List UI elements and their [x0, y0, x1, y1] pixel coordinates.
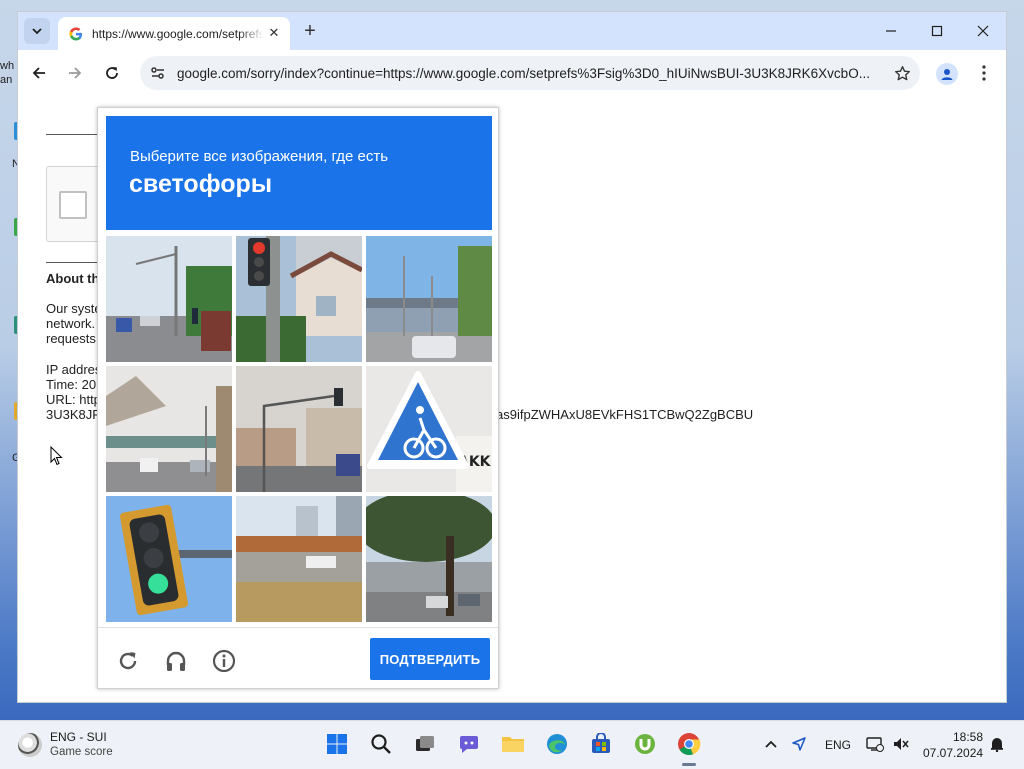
search-icon[interactable]	[368, 731, 394, 757]
verify-button[interactable]: ПОДТВЕРДИТЬ	[370, 638, 490, 680]
bookmark-star-icon[interactable]	[892, 63, 912, 83]
chevron-up-icon[interactable]	[762, 735, 780, 753]
info-icon[interactable]	[210, 647, 238, 675]
tab-strip: https://www.google.com/setprefs ✕ +	[18, 12, 1006, 50]
ip-address-line: IP addres	[46, 362, 102, 377]
soccer-ball-icon[interactable]	[18, 733, 42, 757]
profile-avatar-icon[interactable]	[936, 63, 958, 85]
clock-date[interactable]: 07.07.2024	[923, 746, 983, 760]
captcha-tile-9[interactable]	[366, 496, 492, 622]
captcha-tile-1[interactable]	[106, 236, 232, 362]
desktop-icon-label: wh	[0, 60, 15, 72]
chevron-down-icon	[32, 28, 42, 35]
browser-tab-active[interactable]: https://www.google.com/setprefs ✕	[58, 17, 290, 50]
close-tab-icon[interactable]: ✕	[266, 25, 282, 41]
url-line-cont: 3U3K8JF	[46, 407, 101, 422]
tab-title: https://www.google.com/setprefs	[92, 26, 264, 41]
location-arrow-icon[interactable]	[790, 735, 808, 753]
captcha-tile-4[interactable]	[106, 366, 232, 492]
divider	[98, 627, 498, 628]
chrome-icon[interactable]	[676, 731, 702, 757]
about-heading: About th	[46, 271, 100, 286]
menu-kebab-icon[interactable]	[976, 62, 992, 84]
tab-search-button[interactable]	[24, 18, 50, 44]
widget-title[interactable]: ENG - SUI	[50, 730, 107, 744]
captcha-tile-2[interactable]	[236, 236, 362, 362]
address-bar[interactable]: google.com/sorry/index?continue=https://…	[140, 56, 920, 90]
recaptcha-checkbox[interactable]	[59, 191, 87, 219]
browser-toolbar: google.com/sorry/index?continue=https://…	[18, 50, 1006, 96]
captcha-tile-8[interactable]	[236, 496, 362, 622]
back-arrow-icon[interactable]	[28, 62, 50, 84]
new-tab-plus-icon[interactable]: +	[300, 21, 320, 41]
site-settings-icon[interactable]	[148, 63, 168, 83]
url-line-tail: as9ifpZWHAxU8EVkFHS1TCBwQ2ZgBCBU	[496, 407, 754, 422]
captcha-challenge-dialog: Выберите все изображения, где есть свето…	[97, 107, 499, 689]
captcha-target: светофоры	[129, 170, 273, 198]
forward-arrow-icon[interactable]	[64, 62, 86, 84]
input-language[interactable]: ENG	[825, 738, 851, 752]
paragraph-line: Our syste	[46, 301, 102, 316]
maximize-icon[interactable]	[926, 21, 948, 41]
close-window-icon[interactable]	[972, 21, 994, 41]
network-icon[interactable]	[866, 735, 884, 753]
captcha-tile-6[interactable]: AKK	[366, 366, 492, 492]
paragraph-line: requests	[46, 331, 96, 346]
captcha-tile-3[interactable]	[366, 236, 492, 362]
url-text: google.com/sorry/index?continue=https://…	[177, 65, 870, 81]
minimize-icon[interactable]	[880, 21, 902, 41]
task-view-icon[interactable]	[412, 731, 438, 757]
time-line: Time: 20	[46, 377, 97, 392]
captcha-tile-5[interactable]	[236, 366, 362, 492]
google-favicon-icon	[68, 26, 84, 42]
widget-subtitle[interactable]: Game score	[50, 746, 113, 758]
edge-browser-icon[interactable]	[544, 731, 570, 757]
windows-start-icon[interactable]	[324, 731, 350, 757]
paragraph-line: network.	[46, 316, 96, 331]
utorrent-icon[interactable]	[632, 731, 658, 757]
store-icon[interactable]	[588, 731, 614, 757]
reload-icon[interactable]	[101, 62, 123, 84]
chat-icon[interactable]	[456, 731, 482, 757]
active-app-indicator	[682, 763, 696, 766]
clock-time[interactable]: 18:58	[953, 730, 983, 744]
desktop-icon-label: an	[0, 74, 13, 86]
file-explorer-icon[interactable]	[500, 731, 526, 757]
captcha-instruction: Выберите все изображения, где есть	[130, 148, 389, 165]
mouse-cursor-icon	[50, 445, 64, 471]
taskbar: ENG - SUI Game score ENG 18:58 07.07.202…	[0, 720, 1024, 769]
captcha-tile-7[interactable]	[106, 496, 232, 622]
volume-muted-icon[interactable]	[892, 735, 910, 753]
captcha-header: Выберите все изображения, где есть свето…	[106, 116, 492, 230]
reload-challenge-icon[interactable]	[114, 647, 142, 675]
notification-bell-icon[interactable]	[988, 735, 1006, 753]
headphones-audio-icon[interactable]	[162, 647, 190, 675]
url-line: URL: http	[46, 392, 101, 407]
